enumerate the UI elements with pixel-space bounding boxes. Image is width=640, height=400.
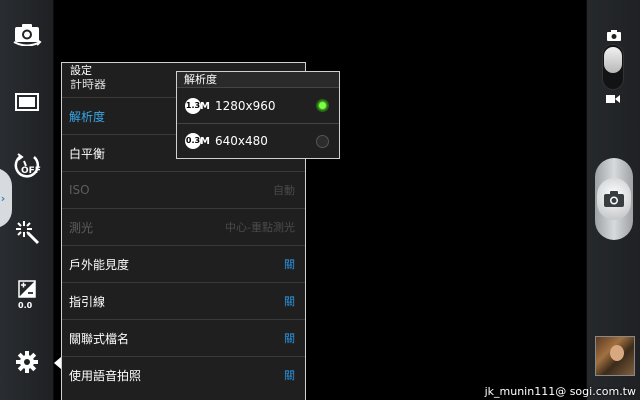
resolution-option[interactable]: 0.3 M 640x480	[177, 123, 339, 158]
radio-button[interactable]	[316, 135, 329, 148]
resolution-option-label: 1280x960	[215, 98, 276, 113]
megapixel-icon: 0.3 M	[185, 133, 210, 149]
setting-label: ISO	[69, 183, 90, 197]
effects-icon	[16, 221, 40, 245]
setting-toggle-value[interactable]: 關	[284, 330, 295, 346]
resolution-popup: 解析度 1.3 M 1280x960 0.3 M 640x480	[176, 71, 340, 159]
setting-outdoor-visibility[interactable]: 戶外能見度 關	[62, 245, 305, 282]
shutter-button[interactable]	[597, 178, 631, 220]
radio-button-selected[interactable]	[316, 99, 329, 112]
timer-state-label: OFF	[21, 166, 41, 176]
exposure-icon	[18, 280, 36, 298]
resolution-option-label: 640x480	[215, 134, 268, 148]
settings-pointer	[54, 357, 61, 369]
setting-label: 測光	[69, 220, 94, 235]
settings-button[interactable]	[0, 340, 54, 384]
setting-iso: ISO 自動	[62, 171, 305, 208]
setting-toggle-value[interactable]: 關	[284, 256, 295, 272]
switch-camera-button[interactable]	[0, 12, 54, 56]
setting-guidelines[interactable]: 指引線 關	[62, 282, 305, 319]
setting-contextual-filename[interactable]: 關聯式檔名 關	[62, 319, 305, 356]
setting-label: 解析度	[69, 109, 106, 124]
aspect-ratio-button[interactable]	[0, 80, 54, 124]
setting-metering: 測光 中心-重點測光	[62, 208, 305, 245]
camera-icon	[604, 191, 624, 207]
megapixel-icon: 1.3 M	[185, 97, 210, 114]
setting-label: 戶外能見度	[69, 257, 130, 272]
setting-value: 中心-重點測光	[225, 221, 295, 234]
camera-mode-switch[interactable]	[602, 44, 624, 90]
setting-value: 自動	[273, 184, 295, 197]
mode-switch-knob[interactable]	[604, 47, 622, 73]
exposure-value: 0.0	[18, 301, 33, 310]
settings-gear-icon	[16, 351, 38, 373]
thumbnail-image	[610, 345, 624, 361]
setting-toggle-value[interactable]: 關	[284, 293, 295, 309]
aspect-ratio-icon	[15, 93, 39, 111]
switch-camera-icon	[13, 24, 42, 46]
setting-label: 關聯式檔名	[69, 331, 130, 346]
resolution-popup-title: 解析度	[177, 72, 339, 88]
video-mode-icon	[606, 95, 620, 103]
setting-voice-control[interactable]: 使用語音拍照 關	[62, 356, 305, 393]
photo-mode-icon	[607, 30, 621, 41]
setting-label: 使用語音拍照	[69, 368, 142, 383]
expand-arrow-icon: ›	[0, 191, 6, 205]
setting-label: 指引線	[69, 294, 106, 309]
setting-toggle-value[interactable]: 關	[284, 367, 295, 383]
gallery-thumbnail[interactable]	[595, 336, 635, 376]
right-control-bar	[586, 0, 640, 400]
watermark: jk_munin111@ sogi.com.tw	[484, 385, 636, 398]
resolution-option[interactable]: 1.3 M 1280x960	[177, 88, 339, 123]
setting-label: 白平衡	[69, 146, 106, 161]
